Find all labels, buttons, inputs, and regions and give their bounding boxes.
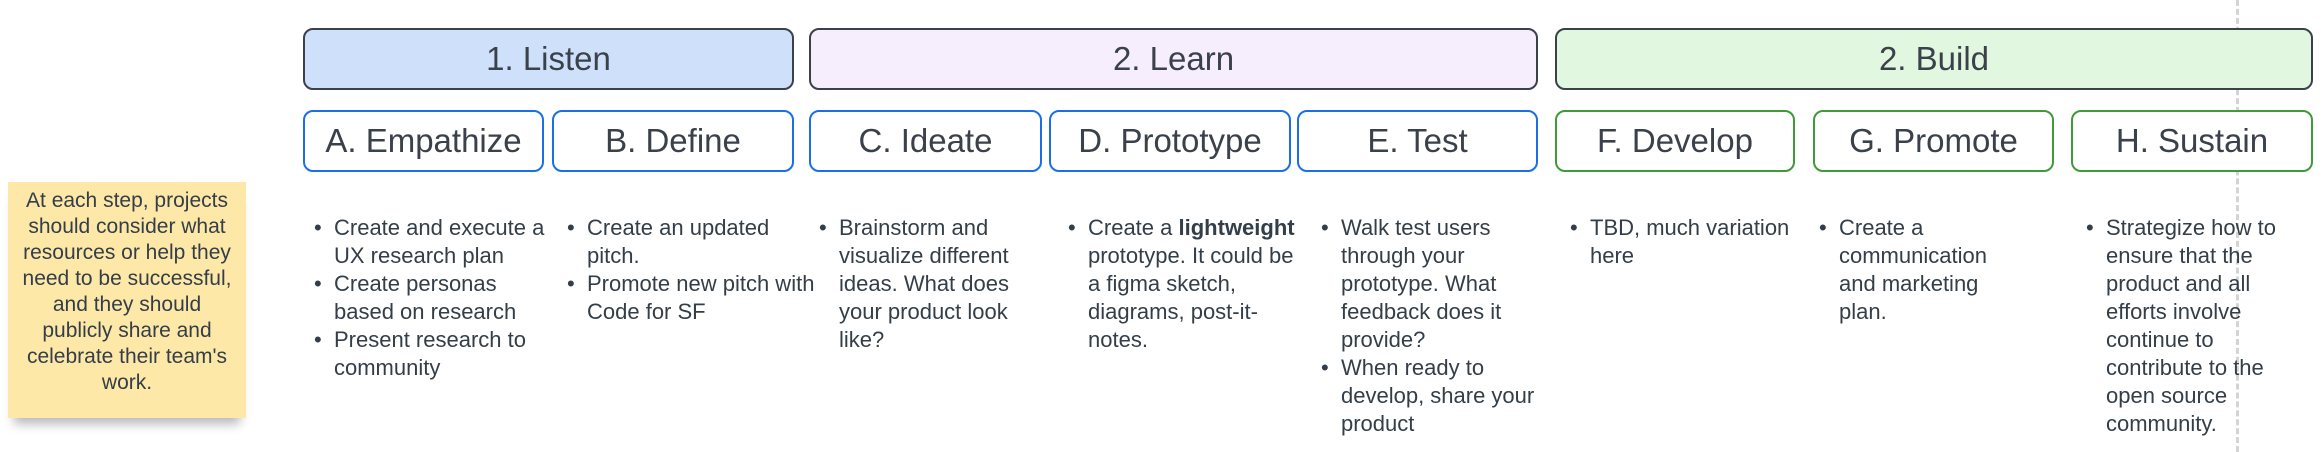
step-empathize: A. Empathize	[303, 110, 544, 172]
prototype-text-start: Create a	[1088, 215, 1173, 240]
promote-bullets: Create a communication and marketing pla…	[1813, 214, 2029, 326]
phase-learn: 2. Learn	[809, 28, 1538, 90]
list-item: Create a lightweight prototype. It could…	[1068, 214, 1298, 354]
step-ideate: C. Ideate	[809, 110, 1042, 172]
list-item: Promote new pitch with Code for SF	[567, 270, 815, 326]
step-sustain: H. Sustain	[2071, 110, 2313, 172]
step-define: B. Define	[552, 110, 794, 172]
step-develop: F. Develop	[1555, 110, 1795, 172]
ideate-bullets: Brainstorm and visualize different ideas…	[813, 214, 1049, 354]
phase-listen: 1. Listen	[303, 28, 794, 90]
list-item: Create and execute a UX research plan	[314, 214, 562, 270]
list-item: Walk test users through your prototype. …	[1321, 214, 1546, 354]
step-promote: G. Promote	[1813, 110, 2054, 172]
sustain-bullets: Strategize how to ensure that the produc…	[2080, 214, 2316, 438]
test-bullets: Walk test users through your prototype. …	[1315, 214, 1546, 438]
prototype-text-end: prototype. It could be a figma sketch, d…	[1088, 243, 1294, 352]
list-item: Create personas based on research	[314, 270, 562, 326]
step-test: E. Test	[1297, 110, 1538, 172]
define-bullets: Create an updated pitch. Promote new pit…	[561, 214, 815, 326]
step-prototype: D. Prototype	[1049, 110, 1291, 172]
list-item: Strategize how to ensure that the produc…	[2086, 214, 2316, 438]
empathize-bullets: Create and execute a UX research plan Cr…	[308, 214, 562, 382]
phase-build: 2. Build	[1555, 28, 2313, 90]
list-item: Present research to community	[314, 326, 562, 382]
list-item: Brainstorm and visualize different ideas…	[819, 214, 1049, 354]
prototype-bullets: Create a lightweight prototype. It could…	[1062, 214, 1298, 354]
list-item: When ready to develop, share your produc…	[1321, 354, 1546, 438]
list-item: TBD, much variation here	[1570, 214, 1800, 270]
prototype-text-bold: lightweight	[1178, 215, 1295, 240]
develop-bullets: TBD, much variation here	[1564, 214, 1800, 270]
list-item: Create an updated pitch.	[567, 214, 815, 270]
sticky-note: At each step, projects should consider w…	[8, 182, 246, 418]
list-item: Create a communication and marketing pla…	[1819, 214, 2029, 326]
